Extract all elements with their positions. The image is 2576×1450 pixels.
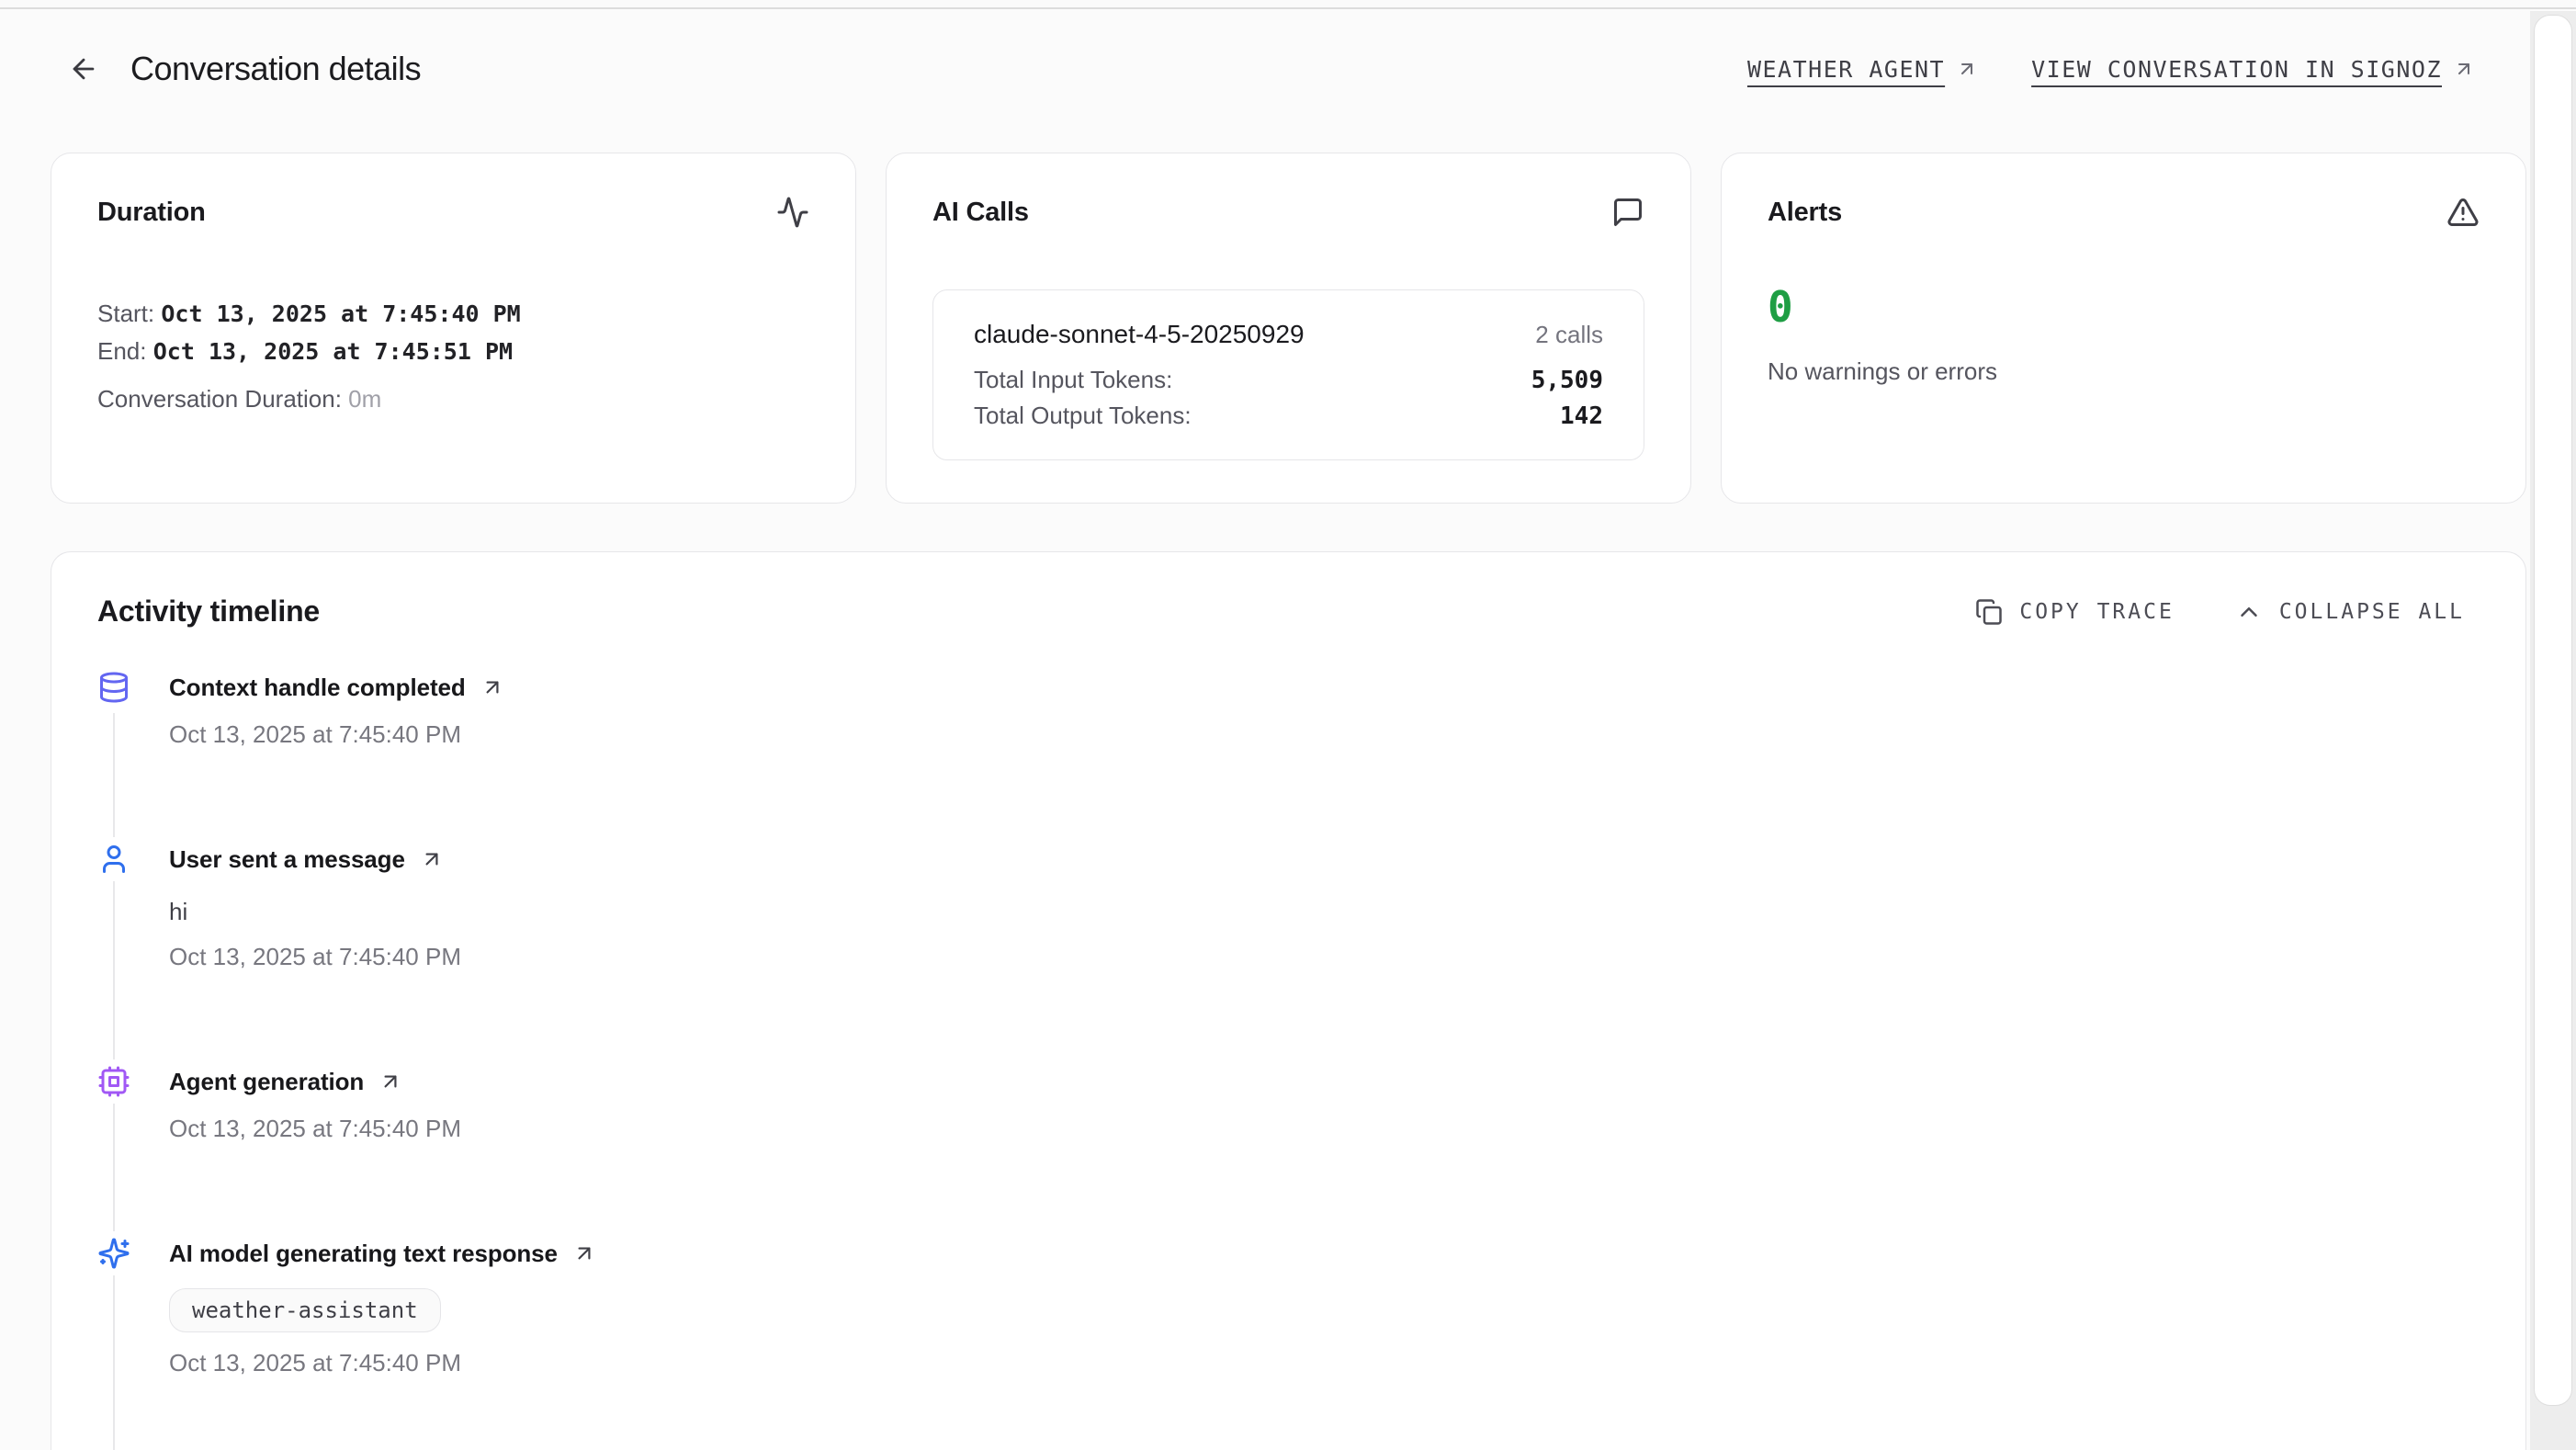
message-square-icon — [1611, 196, 1644, 229]
scrollbar-track[interactable] — [2530, 11, 2576, 1450]
view-conversation-link-label: VIEW CONVERSATION IN SIGNOZ — [2031, 56, 2442, 83]
arrow-up-right-icon[interactable] — [378, 1070, 402, 1093]
output-tokens-label: Total Output Tokens: — [974, 402, 1192, 430]
duration-card-title: Duration — [97, 198, 206, 228]
model-calls-count: 2 calls — [1535, 321, 1603, 349]
output-tokens-value: 142 — [1560, 402, 1603, 430]
weather-agent-link-label: WEATHER AGENT — [1747, 56, 1945, 83]
alerts-card-header: Alerts — [1768, 196, 2480, 229]
input-tokens-value: 5,509 — [1531, 367, 1603, 394]
activity-pulse-icon — [776, 196, 809, 229]
alerts-card-body: 0 No warnings or errors — [1768, 282, 2480, 386]
agent-name-badge: weather-assistant — [169, 1288, 441, 1332]
activity-timeline-card: Activity timeline COPY TRACE COLLAPSE AL… — [51, 551, 2526, 1450]
database-icon — [97, 665, 130, 709]
header-links: WEATHER AGENT VIEW CONVERSATION IN SIGNO… — [1747, 56, 2475, 83]
timeline-item-timestamp: Oct 13, 2025 at 7:45:40 PM — [169, 1349, 2480, 1377]
user-icon — [97, 837, 130, 881]
duration-card-header: Duration — [97, 196, 809, 229]
start-time-row: Start: Oct 13, 2025 at 7:45:40 PM — [97, 295, 809, 333]
conversation-duration-label: Conversation Duration: — [97, 385, 342, 413]
timeline-item: Context handle completed Oct 13, 2025 at… — [97, 671, 2480, 749]
model-name: claude-sonnet-4-5-20250929 — [974, 320, 1305, 349]
scrollbar-thumb[interactable] — [2534, 15, 2572, 1406]
arrow-up-right-icon[interactable] — [572, 1241, 596, 1265]
copy-icon — [1975, 598, 2003, 626]
model-usage-box: claude-sonnet-4-5-20250929 2 calls Total… — [932, 289, 1644, 460]
duration-card-body: Start: Oct 13, 2025 at 7:45:40 PM End: O… — [97, 295, 809, 413]
collapse-all-button[interactable]: COLLAPSE ALL — [2235, 598, 2465, 626]
duration-card: Duration Start: Oct 13, 2025 at 7:45:40 … — [51, 153, 856, 504]
arrow-up-right-icon[interactable] — [480, 675, 504, 699]
timeline-item-title-row: Context handle completed — [169, 671, 2480, 704]
alerts-card: Alerts 0 No warnings or errors — [1721, 153, 2526, 504]
alerts-count: 0 — [1768, 282, 2480, 332]
ai-calls-card: AI Calls claude-sonnet-4-5-20250929 2 ca… — [886, 153, 1691, 504]
model-row: claude-sonnet-4-5-20250929 2 calls — [974, 320, 1603, 349]
timeline-item-title: Context handle completed — [169, 674, 466, 702]
timeline-item-title: AI model generating text response — [169, 1240, 558, 1268]
page-header: Conversation details WEATHER AGENT VIEW … — [64, 50, 2475, 88]
cpu-icon — [97, 1059, 130, 1104]
arrow-left-icon — [68, 53, 99, 85]
timeline-header: Activity timeline COPY TRACE COLLAPSE AL… — [97, 595, 2480, 629]
conversation-duration-value: 0m — [348, 385, 381, 413]
back-button[interactable] — [64, 50, 103, 88]
timeline-item-timestamp: Oct 13, 2025 at 7:45:40 PM — [169, 720, 2480, 749]
end-label: End: — [97, 337, 147, 365]
timeline-item-message: hi — [169, 898, 2480, 926]
timeline-item-title: User sent a message — [169, 845, 405, 874]
ai-calls-card-header: AI Calls — [932, 196, 1644, 229]
collapse-all-label: COLLAPSE ALL — [2279, 600, 2465, 624]
window-top-edge — [0, 0, 2576, 9]
timeline-item-title-row: AI model generating text response — [169, 1237, 2480, 1270]
conversation-duration-row: Conversation Duration: 0m — [97, 385, 809, 413]
sparkles-icon — [97, 1231, 130, 1275]
timeline-item-title-row: Agent generation — [169, 1065, 2480, 1098]
timeline-item-title-row: User sent a message — [169, 843, 2480, 876]
header-left: Conversation details — [64, 50, 421, 88]
timeline-item-timestamp: Oct 13, 2025 at 7:45:40 PM — [169, 1115, 2480, 1143]
alerts-message: No warnings or errors — [1768, 357, 2480, 386]
start-value: Oct 13, 2025 at 7:45:40 PM — [161, 300, 520, 327]
arrow-up-right-icon[interactable] — [420, 847, 444, 871]
weather-agent-link[interactable]: WEATHER AGENT — [1747, 56, 1978, 83]
input-tokens-label: Total Input Tokens: — [974, 366, 1172, 394]
summary-cards: Duration Start: Oct 13, 2025 at 7:45:40 … — [51, 153, 2526, 504]
view-conversation-in-signoz-link[interactable]: VIEW CONVERSATION IN SIGNOZ — [2031, 56, 2475, 83]
copy-trace-label: COPY TRACE — [2019, 600, 2174, 624]
timeline-item-timestamp: Oct 13, 2025 at 7:45:40 PM — [169, 943, 2480, 971]
arrow-up-right-icon — [1956, 58, 1978, 80]
arrow-up-right-icon — [2453, 58, 2475, 80]
chevron-up-icon — [2235, 598, 2263, 626]
timeline-item: User sent a message hi Oct 13, 2025 at 7… — [97, 843, 2480, 971]
start-label: Start: — [97, 300, 154, 327]
timeline-item: Agent generation Oct 13, 2025 at 7:45:40… — [97, 1065, 2480, 1143]
timeline-title: Activity timeline — [97, 595, 320, 629]
triangle-alert-icon — [2446, 196, 2480, 229]
output-tokens-row: Total Output Tokens: 142 — [974, 402, 1603, 430]
end-time-row: End: Oct 13, 2025 at 7:45:51 PM — [97, 333, 809, 370]
copy-trace-button[interactable]: COPY TRACE — [1975, 598, 2174, 626]
timeline-item: AI model generating text response weathe… — [97, 1237, 2480, 1377]
timeline-items: Context handle completed Oct 13, 2025 at… — [97, 671, 2480, 1377]
timeline-actions: COPY TRACE COLLAPSE ALL — [1975, 598, 2480, 626]
ai-calls-card-title: AI Calls — [932, 198, 1029, 228]
timeline-item-title: Agent generation — [169, 1068, 364, 1096]
end-value: Oct 13, 2025 at 7:45:51 PM — [153, 338, 513, 365]
input-tokens-row: Total Input Tokens: 5,509 — [974, 366, 1603, 394]
page-title: Conversation details — [130, 50, 421, 88]
alerts-card-title: Alerts — [1768, 198, 1842, 228]
